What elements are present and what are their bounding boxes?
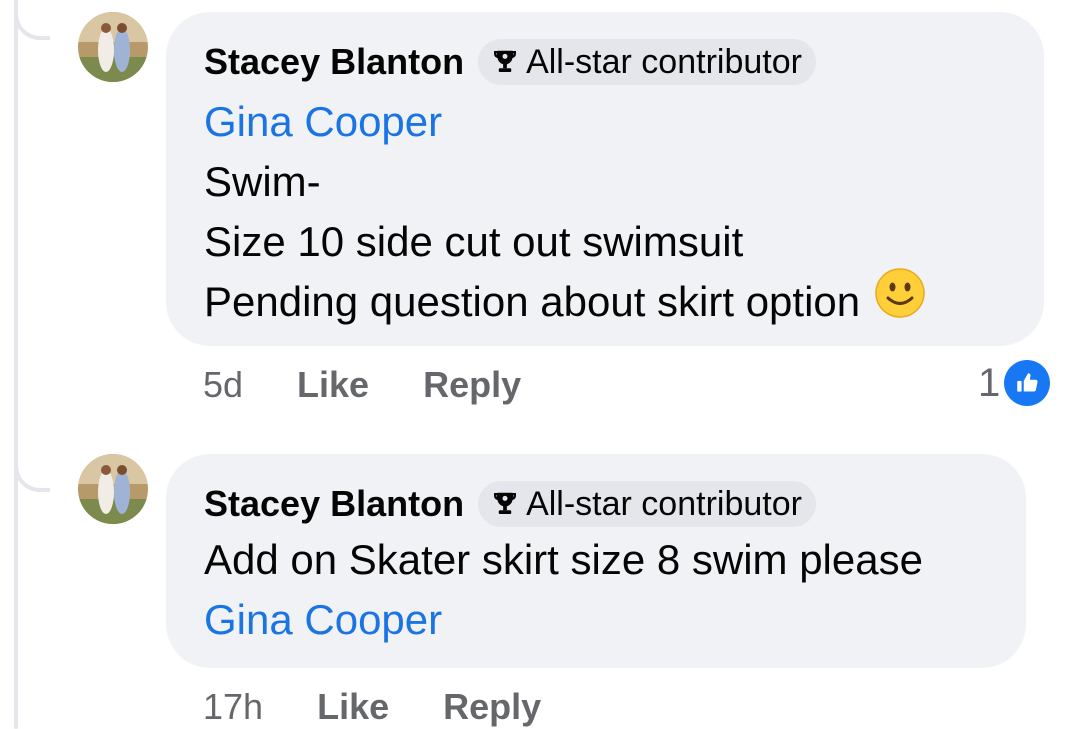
comment-timestamp[interactable]: 17h bbox=[203, 686, 263, 728]
like-button[interactable]: Like bbox=[297, 364, 369, 406]
comment-text-line: Pending question about skirt option bbox=[204, 278, 861, 325]
comment-actions: 5d Like Reply bbox=[203, 364, 521, 406]
badge-label: All-star contributor bbox=[526, 484, 802, 523]
trophy-icon bbox=[494, 50, 517, 72]
reaction-summary[interactable]: 1 bbox=[978, 360, 1051, 406]
thread-connector bbox=[14, 452, 50, 492]
trophy-icon bbox=[494, 492, 517, 514]
thread-line bbox=[14, 0, 18, 729]
author-name[interactable]: Stacey Blanton bbox=[204, 41, 464, 83]
comment-text-line: Add on Skater skirt size 8 swim please bbox=[204, 536, 923, 583]
avatar[interactable] bbox=[78, 12, 148, 82]
contributor-badge[interactable]: All-star contributor bbox=[478, 481, 816, 527]
comment-text-line: Swim- bbox=[204, 158, 321, 205]
like-button[interactable]: Like bbox=[317, 686, 389, 728]
slightly-smiling-face-emoji bbox=[874, 267, 926, 335]
contributor-badge[interactable]: All-star contributor bbox=[478, 39, 816, 85]
comment-timestamp[interactable]: 5d bbox=[203, 364, 243, 406]
thread-connector bbox=[14, 0, 50, 40]
mention-link[interactable]: Gina Cooper bbox=[204, 92, 1006, 152]
comment-text-line: Size 10 side cut out swimsuit bbox=[204, 218, 744, 265]
badge-label: All-star contributor bbox=[526, 42, 802, 81]
author-name[interactable]: Stacey Blanton bbox=[204, 483, 464, 525]
reaction-count: 1 bbox=[978, 360, 1001, 405]
comment-bubble: Stacey Blanton All-star contributor Add … bbox=[166, 454, 1026, 668]
reply-button[interactable]: Reply bbox=[423, 364, 521, 406]
comment-bubble: Stacey Blanton All-star contributor Gina… bbox=[166, 12, 1044, 346]
comment-actions: 17h Like Reply bbox=[203, 686, 541, 728]
thumbs-up-icon bbox=[1004, 360, 1051, 406]
mention-link[interactable]: Gina Cooper bbox=[204, 590, 988, 650]
avatar[interactable] bbox=[78, 454, 148, 524]
reply-button[interactable]: Reply bbox=[443, 686, 541, 728]
